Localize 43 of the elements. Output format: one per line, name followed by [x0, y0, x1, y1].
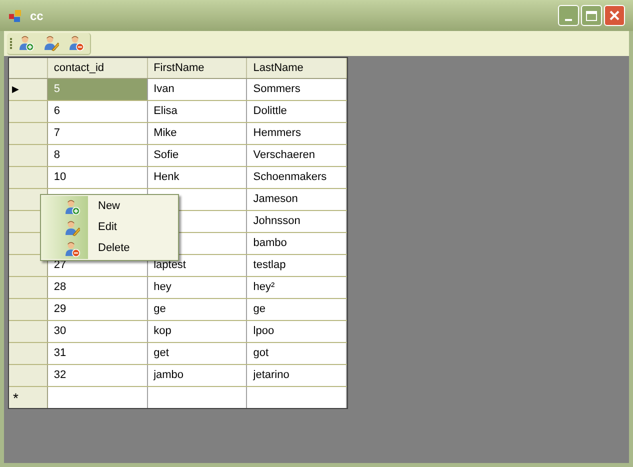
user-remove-icon — [68, 35, 84, 51]
table-cell: ge — [148, 299, 248, 320]
table-cell: Ivan — [148, 79, 248, 100]
app-icon — [8, 8, 22, 22]
window-title: cc — [30, 8, 44, 24]
row-header[interactable] — [9, 365, 48, 386]
menu-item[interactable]: Edit — [41, 217, 178, 238]
row-header[interactable] — [9, 101, 48, 122]
user-edit-icon — [43, 35, 59, 51]
maximize-button[interactable] — [581, 5, 602, 26]
user-remove-icon — [64, 240, 80, 256]
table-cell: get — [148, 343, 248, 364]
table-cell: laptest — [148, 255, 248, 276]
row-header[interactable] — [9, 167, 48, 188]
row-header[interactable] — [9, 277, 48, 298]
table-cell: Elisa — [148, 101, 248, 122]
table-cell: Mike — [148, 123, 248, 144]
table-cell: Henk — [148, 167, 248, 188]
column-header[interactable]: FirstName — [148, 58, 248, 78]
row-header[interactable]: ▶ — [9, 79, 48, 100]
new-row-marker: * — [13, 390, 18, 404]
row-header[interactable] — [9, 145, 48, 166]
table-cell: kop — [148, 321, 248, 342]
table-cell: 5 — [48, 79, 148, 100]
row-header[interactable] — [9, 299, 48, 320]
menu-item[interactable]: New — [41, 196, 178, 217]
row-header[interactable] — [9, 255, 48, 276]
column-header[interactable]: contact_id — [48, 58, 148, 78]
row-header[interactable] — [9, 343, 48, 364]
row-header[interactable] — [9, 123, 48, 144]
table-cell: Sofie — [148, 145, 248, 166]
close-icon — [609, 10, 620, 21]
current-row-marker: ▶ — [12, 82, 19, 96]
user-add-icon — [64, 198, 80, 214]
row-header[interactable] — [9, 321, 48, 342]
column-header[interactable]: LastName — [247, 58, 347, 78]
row-header[interactable]: * — [9, 387, 48, 408]
user-edit-icon — [64, 220, 80, 236]
user-add-icon — [18, 35, 34, 51]
table-cell: jambo — [148, 365, 248, 386]
table-cell: hey — [148, 277, 248, 298]
close-button[interactable] — [604, 5, 625, 26]
minimize-button[interactable] — [558, 5, 579, 26]
